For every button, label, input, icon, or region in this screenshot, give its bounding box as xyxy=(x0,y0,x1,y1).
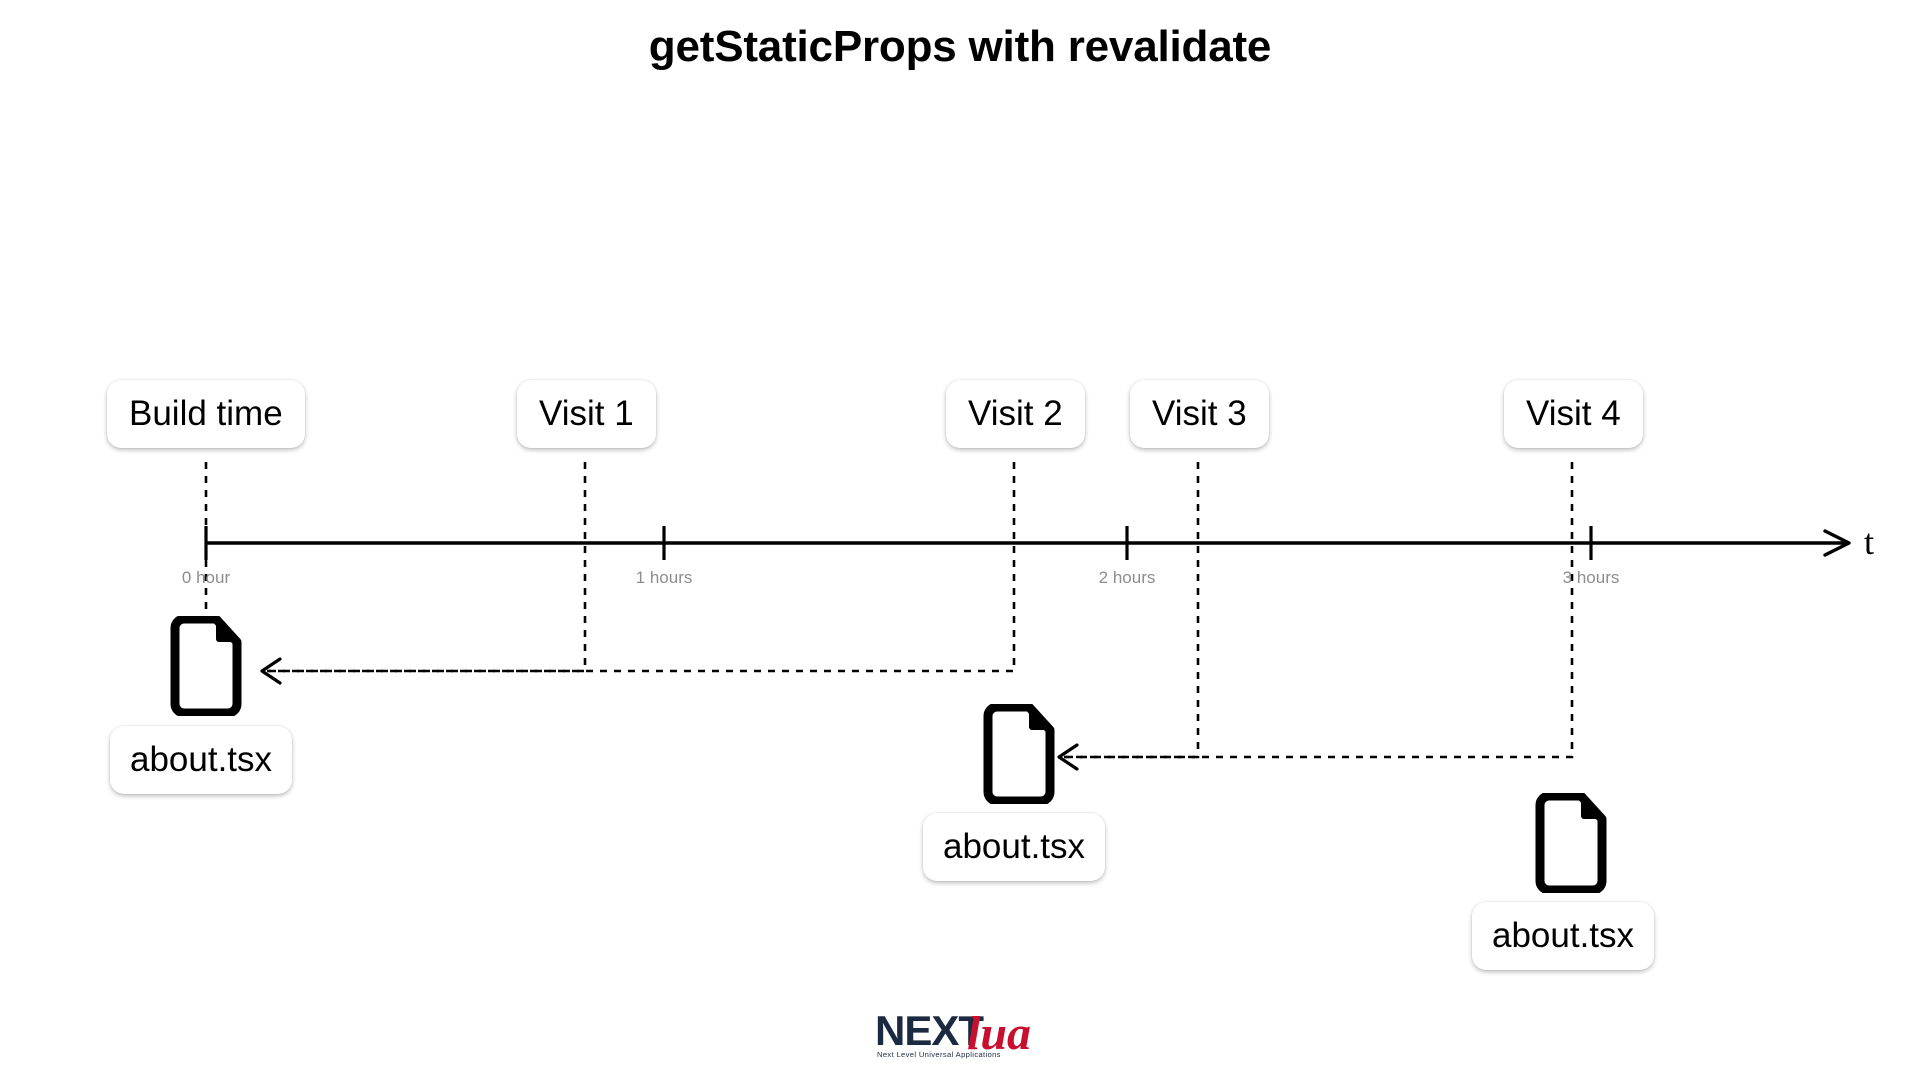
logo-tagline-text: Next Level Universal Applications xyxy=(877,1050,1001,1059)
artifact-label-build-time[interactable]: about.tsx xyxy=(110,726,293,794)
nextlua-logo: NEXT lua Next Level Universal Applicatio… xyxy=(875,1005,1055,1072)
arrowhead-regenerate-2 xyxy=(1057,743,1079,771)
diagram-canvas: getStaticProps with revalidate Build tim… xyxy=(0,0,1920,1080)
event-label-visit-3[interactable]: Visit 3 xyxy=(1130,380,1269,448)
time-axis-arrowhead xyxy=(1823,529,1851,557)
artifact-label-text: about.tsx xyxy=(130,740,273,779)
tick-label-2-hours: 2 hours xyxy=(1098,568,1156,587)
axis-variable-label: t xyxy=(1864,522,1875,562)
event-label-text: Visit 3 xyxy=(1152,394,1247,433)
arrowhead-regenerate-1 xyxy=(260,657,282,685)
event-label-visit-1[interactable]: Visit 1 xyxy=(517,380,656,448)
tick-label-0-hour: 0 hour xyxy=(181,568,231,587)
event-label-text: Visit 1 xyxy=(539,394,634,433)
document-icon xyxy=(979,702,1059,809)
dashed-line-visit-2 xyxy=(267,462,1016,673)
event-label-text: Build time xyxy=(129,394,283,433)
dashed-line-visit-4 xyxy=(1064,462,1574,759)
event-label-visit-2[interactable]: Visit 2 xyxy=(946,380,1085,448)
dashed-line-visit-3 xyxy=(1064,462,1200,759)
document-icon xyxy=(166,614,246,721)
artifact-label-text: about.tsx xyxy=(1492,916,1635,955)
event-label-build-time[interactable]: Build time xyxy=(107,380,305,448)
tick-label-1-hours: 1 hours xyxy=(635,568,693,587)
event-label-visit-4[interactable]: Visit 4 xyxy=(1504,380,1643,448)
event-label-text: Visit 4 xyxy=(1526,394,1621,433)
event-label-text: Visit 2 xyxy=(968,394,1063,433)
artifact-label-visit-2[interactable]: about.tsx xyxy=(923,813,1106,881)
dashed-line-visit-1 xyxy=(267,462,587,673)
tick-label-3-hours: 3 hours xyxy=(1562,568,1620,587)
document-icon xyxy=(1531,791,1611,898)
page-title: getStaticProps with revalidate xyxy=(648,22,1272,71)
artifact-label-text: about.tsx xyxy=(943,827,1086,866)
artifact-label-visit-4[interactable]: about.tsx xyxy=(1472,902,1655,970)
